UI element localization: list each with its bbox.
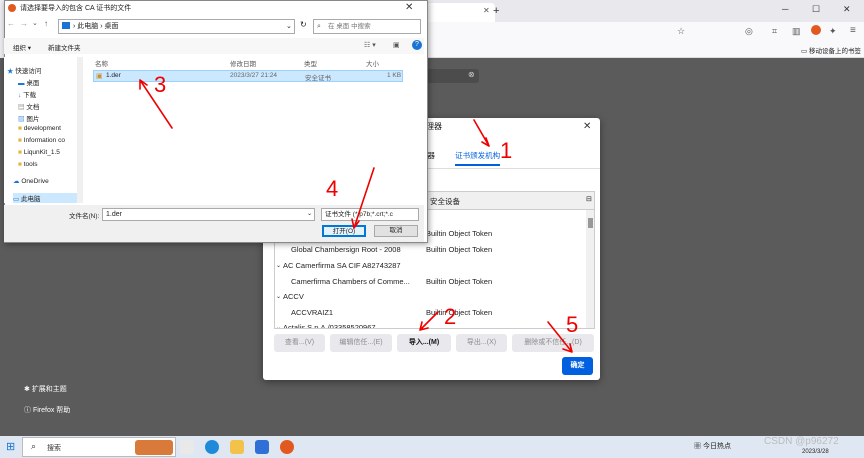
annotation-number-1: 1 bbox=[500, 138, 512, 163]
mail-icon[interactable] bbox=[255, 440, 269, 454]
csdn-watermark: CSDN @p96272 bbox=[764, 436, 839, 447]
annotation-number-2: 2 bbox=[444, 304, 456, 329]
file-explorer-icon[interactable] bbox=[230, 440, 244, 454]
annotation-number-4: 4 bbox=[326, 176, 338, 201]
search-icon: ⌕ bbox=[31, 441, 37, 451]
taskbar-search[interactable]: ⌕ 搜索 bbox=[22, 437, 176, 457]
news-widget[interactable]: ▦ 今日热点 bbox=[694, 441, 731, 451]
annotation-arrow-2 bbox=[419, 311, 439, 331]
annotation-layer: 1 2 3 4 5 bbox=[139, 72, 578, 353]
edge-icon[interactable] bbox=[205, 440, 219, 454]
firefox-taskbar-icon[interactable] bbox=[280, 440, 294, 454]
taskbar-clock-date[interactable]: 2023/3/28 bbox=[802, 449, 829, 455]
windows-start-icon[interactable]: ⊞ bbox=[6, 440, 15, 453]
task-view-icon[interactable] bbox=[180, 440, 194, 454]
annotation-number-3: 3 bbox=[154, 72, 166, 97]
annotation-arrow-4 bbox=[351, 167, 375, 229]
news-icon: ▦ bbox=[694, 443, 703, 450]
annotation-number-5: 5 bbox=[566, 312, 578, 337]
search-highlight-image bbox=[135, 440, 173, 455]
annotation-arrow-1 bbox=[473, 119, 490, 147]
